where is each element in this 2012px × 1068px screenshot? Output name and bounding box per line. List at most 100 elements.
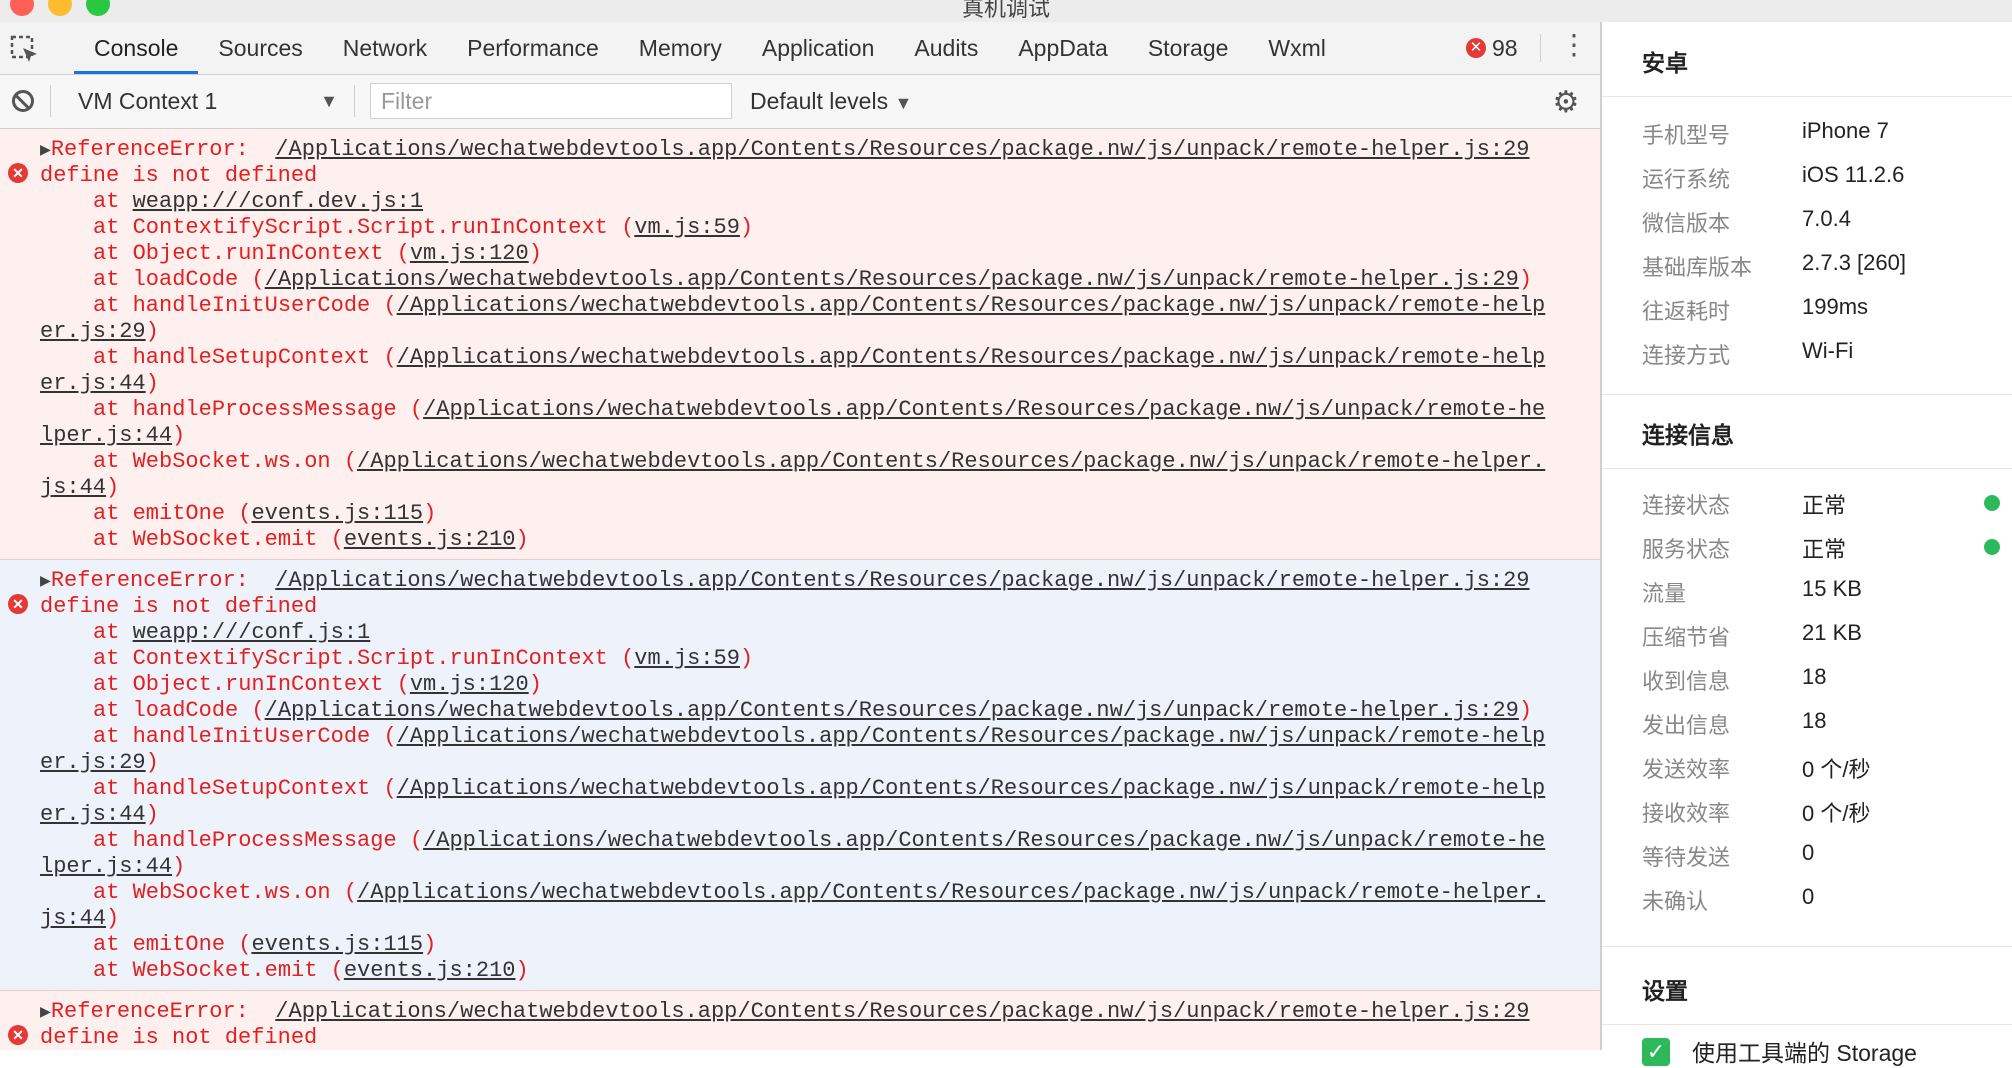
stack-paren: ) (1518, 267, 1533, 292)
stack-link[interactable]: vm.js:120 (410, 241, 529, 266)
stack-link[interactable]: /Applications/wechatwebdevtools.app/Cont… (423, 828, 1545, 853)
stack-link[interactable]: /Applications/wechatwebdevtools.app/Cont… (265, 698, 1519, 723)
clear-console-icon[interactable] (12, 90, 34, 112)
source-link[interactable]: /Applications/wechatwebdevtools.app/Cont… (275, 568, 1529, 593)
stack-link[interactable]: lper.js:44 (40, 854, 172, 879)
stack-frame: at Object.runInContext (vm.js:120) (40, 241, 1560, 267)
stack-paren: ) (515, 958, 529, 983)
stack-paren: ) (515, 527, 529, 552)
tab-application[interactable]: Application (742, 22, 895, 74)
stack-link[interactable]: vm.js:59 (634, 646, 740, 671)
stack-link[interactable]: /Applications/wechatwebdevtools.app/Cont… (423, 397, 1545, 422)
filter-input[interactable] (370, 83, 732, 119)
tab-performance[interactable]: Performance (447, 22, 619, 74)
tab-appdata[interactable]: AppData (998, 22, 1128, 74)
tab-storage[interactable]: Storage (1128, 22, 1249, 74)
stack-link[interactable]: lper.js:44 (40, 423, 172, 448)
error-type: ReferenceError: (50, 568, 249, 593)
error-x-icon: ✕ (8, 1025, 28, 1045)
tab-audits[interactable]: Audits (894, 22, 998, 74)
expand-triangle-icon[interactable]: ▶ (40, 1003, 51, 1023)
section-divider (1602, 394, 2012, 395)
log-levels-dropdown[interactable]: Default levels ▼ (750, 85, 912, 117)
stack-link[interactable]: /Applications/wechatwebdevtools.app/Cont… (397, 345, 1546, 370)
stack-link[interactable]: /Applications/wechatwebdevtools.app/Cont… (397, 776, 1546, 801)
gear-icon[interactable]: ⚙ (1552, 88, 1580, 118)
section-divider (1602, 96, 2012, 97)
stack-frame-wrap: lper.js:44) (40, 423, 1560, 449)
stack-link[interactable]: /Applications/wechatwebdevtools.app/Cont… (397, 724, 1546, 749)
stack-function: at handleProcessMessage ( (93, 828, 424, 853)
stack-frame: at handleProcessMessage (/Applications/w… (40, 828, 1560, 854)
stack-function: at Object.runInContext ( (93, 241, 410, 266)
stack-paren: ) (423, 932, 437, 957)
context-selector[interactable]: VM Context 1 ▼ (78, 85, 338, 117)
stack-link[interactable]: events.js:115 (251, 932, 423, 957)
device-info-panel: 安卓 连接信息 设置 ✓ 使用工具端的 Storage 手机型号 iPhone 7… (1602, 22, 2012, 1066)
stack-function: at ContextifyScript.Script.runInContext … (93, 646, 635, 671)
error-counter[interactable]: ✕ 98 (1466, 34, 1518, 62)
stack-frame-wrap: js:44) (40, 906, 1560, 932)
stack-link[interactable]: er.js:29 (40, 319, 146, 344)
stack-link[interactable]: js:44 (40, 475, 106, 500)
stack-frame: at WebSocket.ws.on (/Applications/wechat… (40, 449, 1560, 475)
info-value: 18 (1802, 664, 1827, 689)
stack-link[interactable]: /Applications/wechatwebdevtools.app/Cont… (397, 293, 1546, 318)
stack-link[interactable]: js:44 (40, 906, 106, 931)
source-link[interactable]: /Applications/wechatwebdevtools.app/Cont… (275, 137, 1529, 162)
stack-frame-wrap: lper.js:44) (40, 854, 1560, 880)
info-value: 0 个/秒 (1802, 801, 1871, 826)
tab-console[interactable]: Console (74, 22, 199, 74)
status-ok-dot-icon (1984, 539, 2000, 555)
tab-wxml[interactable]: Wxml (1248, 22, 1345, 74)
stack-function: at WebSocket.emit ( (93, 527, 344, 552)
tab-network[interactable]: Network (323, 22, 447, 74)
stack-function: at handleInitUserCode ( (93, 293, 397, 318)
stack-link[interactable]: vm.js:59 (634, 215, 740, 240)
window-title: 真机调试 (961, 0, 1050, 21)
stack-function: at loadCode ( (93, 267, 265, 292)
stack-function: at emitOne ( (93, 501, 252, 526)
expand-triangle-icon[interactable]: ▶ (40, 141, 51, 161)
error-x-icon: ✕ (1466, 38, 1486, 58)
stack-link[interactable]: /Applications/wechatwebdevtools.app/Cont… (265, 267, 1519, 292)
stack-frame-wrap: er.js:44) (40, 802, 1560, 828)
stack-link[interactable]: weapp:///conf.dev.js:1 (133, 189, 423, 214)
stack-frame: at handleProcessMessage (/Applications/w… (40, 397, 1560, 423)
stack-frame: at handleInitUserCode (/Applications/wec… (40, 724, 1560, 750)
inspect-element-icon[interactable] (10, 35, 40, 65)
stack-link[interactable]: weapp:///conf.js:1 (133, 620, 371, 645)
message-header: ▶ReferenceError: /Applications/wechatweb… (40, 999, 1560, 1025)
stack-link[interactable]: /Applications/wechatwebdevtools.app/Cont… (357, 449, 1545, 474)
stack-frame-wrap: er.js:29) (40, 750, 1560, 776)
toolbar-divider (354, 85, 355, 117)
stack-function: at handleSetupContext ( (93, 345, 397, 370)
stack-link[interactable]: er.js:44 (40, 371, 146, 396)
stack-link[interactable]: events.js:115 (251, 501, 423, 526)
stack-function: at (93, 620, 133, 645)
source-link[interactable]: /Applications/wechatwebdevtools.app/Cont… (275, 999, 1529, 1024)
stack-function: at handleProcessMessage ( (93, 397, 424, 422)
stack-link[interactable]: events.js:210 (344, 527, 516, 552)
stack-frame: at handleSetupContext (/Applications/wec… (40, 776, 1560, 802)
tab-memory[interactable]: Memory (619, 22, 742, 74)
stack-link[interactable]: events.js:210 (344, 958, 516, 983)
tab-sources[interactable]: Sources (198, 22, 322, 74)
stack-frame: at Object.runInContext (vm.js:120) (40, 672, 1560, 698)
expand-triangle-icon[interactable]: ▶ (40, 572, 51, 592)
use-tool-storage-checkbox[interactable]: ✓ (1642, 1038, 1670, 1066)
dropdown-caret-icon: ▼ (320, 91, 338, 111)
stack-link[interactable]: vm.js:120 (410, 672, 529, 697)
console-message: ✕ ▶ReferenceError: /Applications/wechatwe… (0, 129, 1600, 560)
info-label: 基础库版本 (1642, 255, 1753, 280)
more-options-icon[interactable]: ⋮ (1560, 31, 1588, 64)
devtools-pane: Console Sources Network Performance Memory Ap… (0, 22, 1602, 1050)
info-value: 正常 (1802, 493, 1847, 518)
info-value: 15 KB (1802, 576, 1862, 601)
stack-frame: at loadCode (/Applications/wechatwebdevt… (40, 698, 1560, 724)
stack-link[interactable]: er.js:44 (40, 802, 146, 827)
stack-link[interactable]: er.js:29 (40, 750, 146, 775)
info-label: 微信版本 (1642, 211, 1731, 236)
stack-frame: at WebSocket.emit (events.js:210) (40, 958, 1560, 984)
stack-link[interactable]: /Applications/wechatwebdevtools.app/Cont… (357, 880, 1545, 905)
